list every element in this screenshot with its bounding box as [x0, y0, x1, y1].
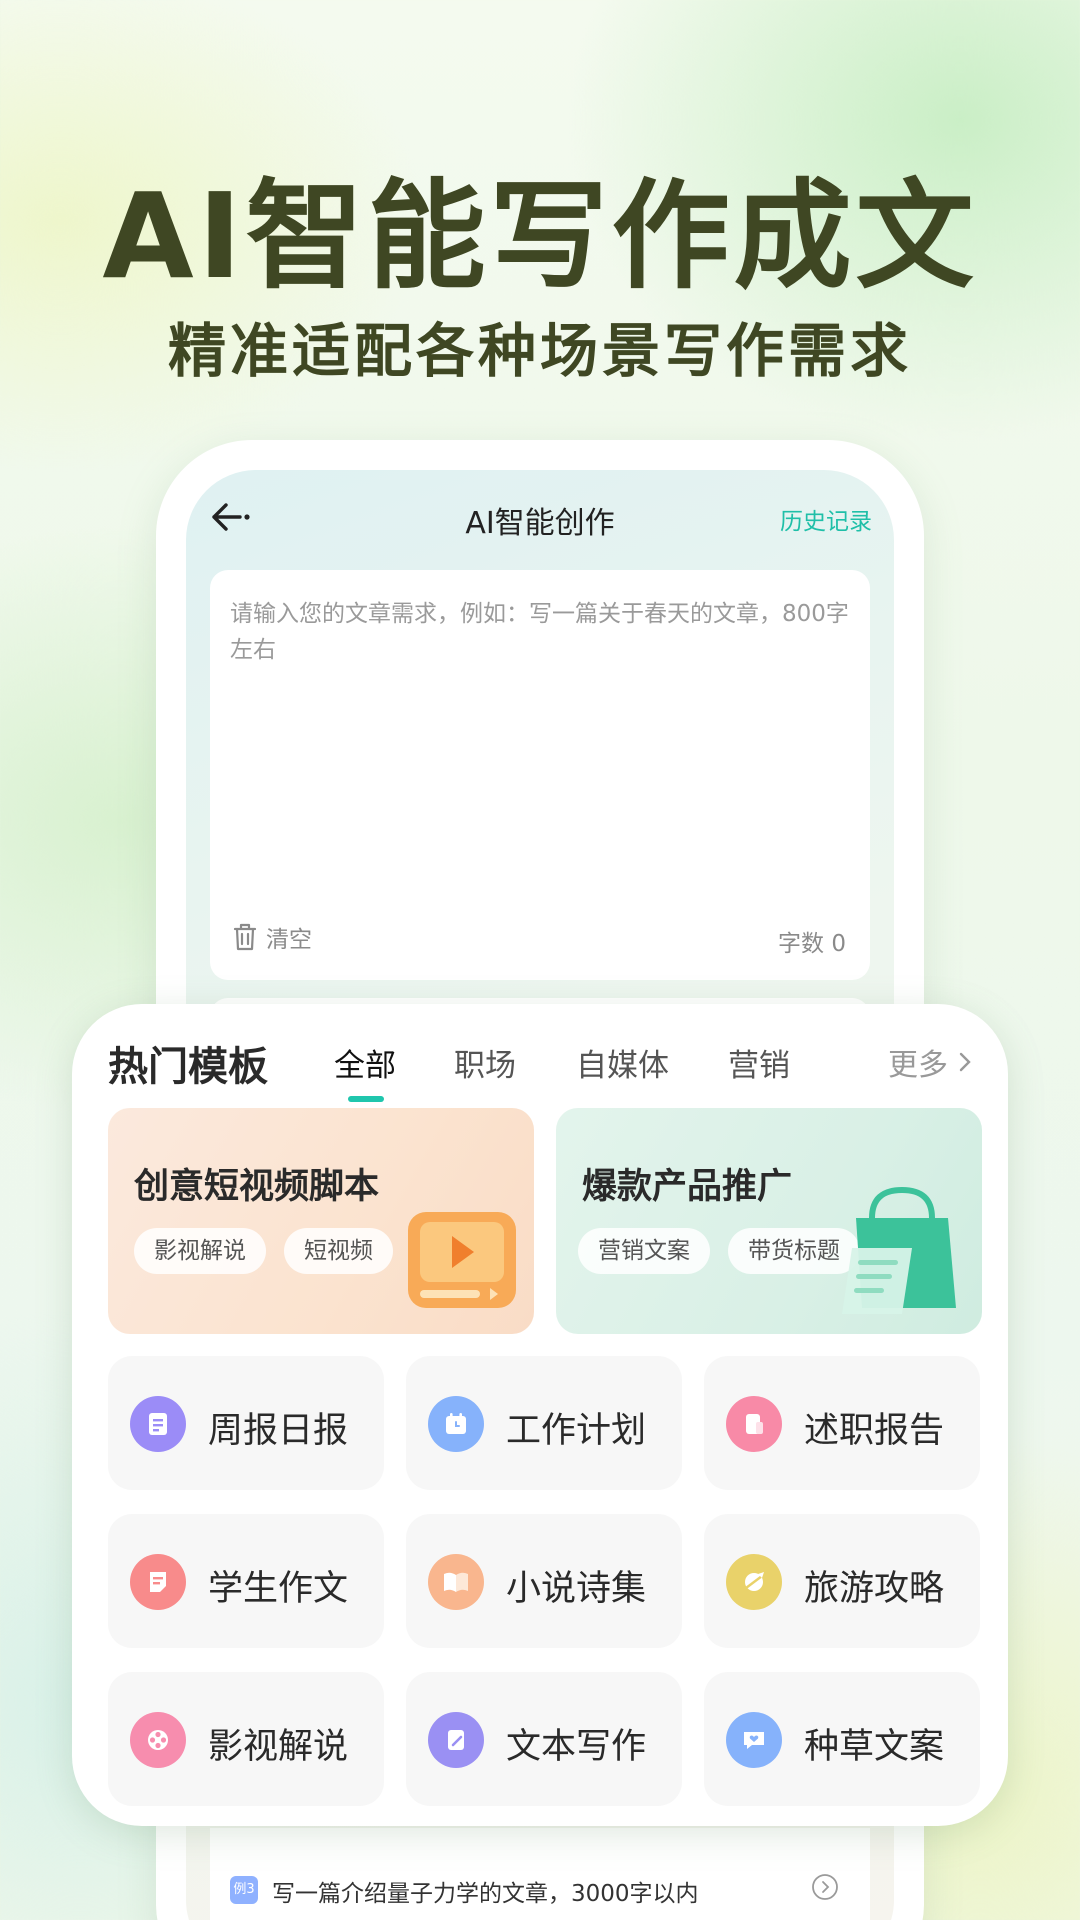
book-icon [428, 1554, 484, 1610]
feature-chip[interactable]: 影视解说 [134, 1228, 266, 1274]
template-film-commentary[interactable]: 影视解说 [108, 1672, 384, 1806]
templates-heading: 热门模板 [108, 1044, 268, 1090]
example-text: 写一篇介绍量子力学的文章，3000字以内 [272, 1881, 699, 1907]
tab-marketing[interactable]: 营销 [728, 1040, 790, 1085]
hero-title: AI智能写作成文 [102, 167, 978, 305]
tile-label: 周报日报 [208, 1411, 349, 1451]
tile-label: 文本写作 [506, 1727, 647, 1767]
clear-button[interactable]: 清空 [232, 920, 312, 954]
template-text-writing[interactable]: 文本写作 [406, 1672, 682, 1806]
chevron-right-icon [959, 1052, 971, 1072]
example-tag: 例3 [230, 1876, 258, 1904]
more-button[interactable]: 更多 [888, 1040, 972, 1084]
example-prompt[interactable]: 例3 写一篇介绍量子力学的文章，3000字以内 [210, 1828, 870, 1920]
template-student-essay[interactable]: 学生作文 [108, 1514, 384, 1648]
template-duty-report[interactable]: 述职报告 [704, 1356, 980, 1490]
tile-label: 小说诗集 [506, 1569, 647, 1609]
feature-title: 创意短视频脚本 [134, 1167, 380, 1207]
history-link[interactable]: 历史记录 [780, 502, 872, 536]
feature-chip[interactable]: 短视频 [284, 1228, 393, 1274]
tab-all[interactable]: 全部 [334, 1040, 396, 1085]
prompt-textarea[interactable]: 请输入您的文章需求，例如：写一篇关于春天的文章，800字左右 清空 字数 0 [210, 570, 870, 980]
travel-icon [726, 1554, 782, 1610]
prompt-placeholder: 请输入您的文章需求，例如：写一篇关于春天的文章，800字左右 [230, 601, 849, 663]
feature-chip[interactable]: 营销文案 [578, 1228, 710, 1274]
tile-label: 述职报告 [804, 1411, 945, 1451]
template-novel-poetry[interactable]: 小说诗集 [406, 1514, 682, 1648]
report-icon [726, 1396, 782, 1452]
feature-short-video-script[interactable]: 创意短视频脚本 影视解说 短视频 [108, 1108, 534, 1334]
chevron-right-circle-icon[interactable] [810, 1872, 840, 1902]
tab-active-indicator [348, 1096, 384, 1102]
clear-label: 清空 [266, 927, 312, 953]
trash-icon [233, 923, 257, 951]
calendar-clock-icon [428, 1396, 484, 1452]
hot-templates-card: 热门模板 全部 职场 自媒体 营销 更多 创意短视频脚本 影视解说 短视频 爆款… [72, 1004, 1008, 1826]
shopping-bag-icon [842, 1186, 956, 1314]
more-label: 更多 [888, 1048, 948, 1083]
template-seeding-copy[interactable]: 种草文案 [704, 1672, 980, 1806]
feature-product-promotion[interactable]: 爆款产品推广 营销文案 带货标题 [556, 1108, 982, 1334]
app-header: AI智能创作 历史记录 [186, 470, 894, 570]
tile-label: 旅游攻略 [804, 1569, 945, 1609]
notepad-icon [130, 1396, 186, 1452]
tile-label: 种草文案 [804, 1727, 945, 1767]
template-work-plan[interactable]: 工作计划 [406, 1356, 682, 1490]
tile-label: 学生作文 [208, 1569, 349, 1609]
tile-label: 工作计划 [506, 1411, 647, 1451]
tile-label: 影视解说 [208, 1727, 349, 1767]
word-count: 字数 0 [778, 931, 846, 957]
essay-icon [130, 1554, 186, 1610]
hero-subtitle: 精准适配各种场景写作需求 [167, 317, 912, 385]
film-reel-icon [130, 1712, 186, 1768]
feature-title: 爆款产品推广 [582, 1167, 793, 1207]
heart-chat-icon [726, 1712, 782, 1768]
tab-workplace[interactable]: 职场 [454, 1040, 516, 1085]
template-travel-guide[interactable]: 旅游攻略 [704, 1514, 980, 1648]
template-weekly-report[interactable]: 周报日报 [108, 1356, 384, 1490]
pen-doc-icon [428, 1712, 484, 1768]
video-play-icon [408, 1212, 516, 1308]
tab-self-media[interactable]: 自媒体 [576, 1040, 669, 1085]
